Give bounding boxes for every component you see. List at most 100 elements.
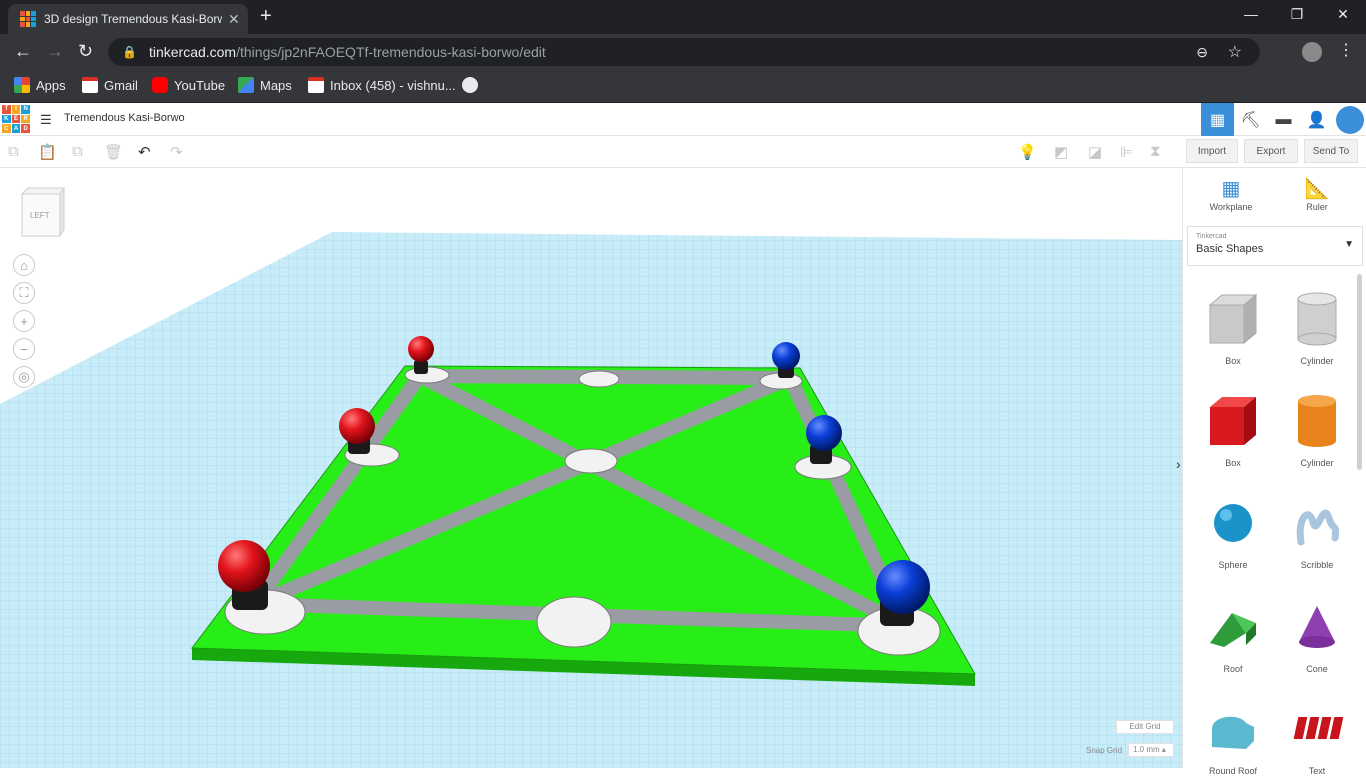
add-user-icon[interactable]: 👤 — [1300, 103, 1333, 136]
shape-roof[interactable]: Roof — [1193, 592, 1273, 674]
gmail-icon — [82, 77, 98, 93]
bookmark-gmail[interactable]: Gmail — [82, 77, 138, 93]
redo-icon[interactable]: ↷ — [170, 143, 183, 161]
close-window-button[interactable]: ✕ — [1320, 6, 1366, 23]
edit-toolbar: ⧉ 📋 ⧉ 🗑 ↶ ↷ 💡 ◩ ◪ ⊫ ⧗ Import Export Send… — [0, 136, 1366, 168]
align-icon[interactable]: ⊫ — [1120, 143, 1133, 161]
shape-label: Cone — [1306, 664, 1328, 674]
ruler-tool[interactable]: 📐 Ruler — [1287, 176, 1347, 212]
reload-button[interactable]: ↻ — [78, 42, 93, 60]
bookmark-label: Inbox (458) - vishnu... — [330, 77, 456, 93]
shape-label: Box — [1225, 458, 1241, 468]
url-host: tinkercad.com — [148, 44, 237, 60]
home-view-icon[interactable]: ⌂ — [13, 254, 35, 276]
snap-grid-select[interactable]: 1.0 mm ▴ — [1128, 743, 1174, 757]
zoom-icon[interactable]: ⊖ — [1196, 44, 1208, 61]
user-avatar-icon[interactable] — [1333, 103, 1366, 136]
mirror-icon[interactable]: ⧗ — [1150, 143, 1161, 160]
logo-cell: A — [11, 124, 21, 133]
workplane-tool[interactable]: ▦ Workplane — [1201, 176, 1261, 212]
bookmark-maps[interactable]: Maps — [238, 77, 292, 93]
close-tab-icon[interactable]: ✕ — [228, 11, 240, 28]
bookmark-youtube[interactable]: YouTube — [152, 77, 225, 93]
profile-avatar[interactable] — [1302, 42, 1322, 62]
shape-cylinder-hole[interactable]: Cylinder — [1277, 284, 1357, 366]
scene-canvas[interactable] — [0, 168, 1182, 768]
paste-icon[interactable]: 📋 — [38, 143, 57, 161]
group-icon[interactable]: ◩ — [1054, 143, 1068, 161]
duplicate-icon[interactable]: ⧉ — [72, 143, 83, 160]
shape-box[interactable]: Box — [1193, 386, 1273, 468]
workplane-label: Workplane — [1209, 202, 1253, 212]
bookmark-inbox[interactable]: Inbox (458) - vishnu... — [308, 77, 456, 93]
project-title[interactable]: Tremendous Kasi-Borwo — [64, 112, 185, 124]
shape-library-select[interactable]: Tinkercad Basic Shapes ▼ — [1187, 226, 1363, 266]
light-bulb-icon[interactable]: 💡 — [1018, 143, 1037, 161]
app-header: TIN KER CAD ☰ Tremendous Kasi-Borwo ▦ ⛏ … — [0, 103, 1366, 136]
forward-button[interactable]: → — [46, 42, 64, 60]
bookmark-label: Gmail — [104, 77, 138, 93]
logo-cell: R — [21, 114, 30, 124]
apps-grid-icon — [14, 77, 30, 93]
shape-box-hole[interactable]: Box — [1193, 284, 1273, 366]
tab-title: 3D design Tremendous Kasi-Borwo — [44, 12, 222, 26]
browser-menu-icon[interactable]: ⋮ — [1338, 40, 1354, 60]
export-button[interactable]: Export — [1244, 139, 1298, 163]
tinkercad-logo[interactable]: TIN KER CAD — [2, 105, 30, 133]
shape-label: Cylinder — [1300, 356, 1334, 366]
logo-cell: C — [2, 124, 11, 133]
send-to-button[interactable]: Send To — [1304, 139, 1358, 163]
design-list-icon[interactable]: ☰ — [40, 112, 52, 128]
library-name: Basic Shapes — [1196, 243, 1264, 255]
browser-tab[interactable]: 3D design Tremendous Kasi-Borwo ✕ — [8, 4, 248, 34]
ungroup-icon[interactable]: ◪ — [1088, 143, 1102, 161]
library-source: Tinkercad — [1196, 233, 1227, 240]
new-tab-button[interactable]: + — [260, 6, 272, 26]
edit-grid-button[interactable]: Edit Grid — [1116, 720, 1174, 734]
workplane-viewport[interactable]: LEFT ⌂ ⛶ + − ◎ Edit Grid Snap Grid 1.0 m… — [0, 168, 1182, 768]
bookmarks-bar: Apps Gmail YouTube Maps Inbox (458) - vi… — [0, 70, 1366, 103]
copy-icon[interactable]: ⧉ — [8, 143, 19, 160]
ruler-label: Ruler — [1306, 202, 1328, 212]
address-bar[interactable]: 🔒 tinkercad.com /things/jp2nFAOEQTf-trem… — [108, 38, 1260, 66]
bookmark-label: Apps — [36, 77, 66, 93]
collapse-panel-chevron-icon[interactable]: › — [1176, 456, 1181, 472]
panel-scrollbar[interactable] — [1357, 274, 1362, 470]
logo-cell: E — [11, 114, 21, 124]
bookmark-label: YouTube — [174, 77, 226, 93]
fit-view-icon[interactable]: ⛶ — [13, 282, 35, 304]
shape-round-roof[interactable]: Round Roof — [1193, 694, 1273, 776]
minimize-window-button[interactable]: — — [1228, 6, 1274, 22]
workplane-icon: ▦ — [1221, 178, 1241, 200]
bookmark-apps[interactable]: Apps — [14, 77, 66, 93]
view-cube[interactable]: LEFT — [20, 186, 65, 238]
shape-label: Box — [1225, 356, 1241, 366]
codeblocks-pickaxe-icon[interactable]: ⛏ — [1234, 103, 1267, 136]
import-button[interactable]: Import — [1186, 139, 1238, 163]
restore-window-button[interactable]: ❐ — [1274, 6, 1320, 23]
shape-label: Sphere — [1218, 560, 1248, 570]
shapes-panel: ▦ Workplane 📐 Ruler Tinkercad Basic Shap… — [1182, 168, 1366, 776]
gmail-icon — [308, 77, 324, 93]
tinkercad-favicon-icon — [20, 11, 36, 27]
shape-text[interactable]: Text — [1277, 694, 1357, 776]
3d-view-grid-icon[interactable]: ▦ — [1201, 103, 1234, 136]
undo-icon[interactable]: ↶ — [138, 143, 151, 161]
url-path: /things/jp2nFAOEQTf-tremendous-kasi-borw… — [236, 44, 546, 60]
shape-label: Roof — [1223, 664, 1243, 674]
zoom-in-icon[interactable]: + — [13, 310, 35, 332]
bookmark-globe[interactable] — [462, 77, 484, 93]
perspective-icon[interactable]: ◎ — [13, 366, 35, 388]
bookmark-star-icon[interactable]: ☆ — [1228, 42, 1242, 62]
shape-cylinder[interactable]: Cylinder — [1277, 386, 1357, 468]
delete-icon[interactable]: 🗑 — [104, 143, 123, 161]
zoom-out-icon[interactable]: − — [13, 338, 35, 360]
snap-grid-label: Snap Grid — [1086, 746, 1123, 755]
back-button[interactable]: ← — [14, 42, 32, 60]
shape-sphere[interactable]: Sphere — [1193, 488, 1273, 570]
bricks-icon[interactable]: ▬ — [1267, 103, 1300, 136]
shape-scribble[interactable]: Scribble — [1277, 488, 1357, 570]
shape-cone[interactable]: Cone — [1277, 592, 1357, 674]
browser-tab-strip: 3D design Tremendous Kasi-Borwo ✕ + — ❐ … — [0, 0, 1366, 34]
header-actions: ▦ ⛏ ▬ 👤 — [1201, 103, 1366, 136]
